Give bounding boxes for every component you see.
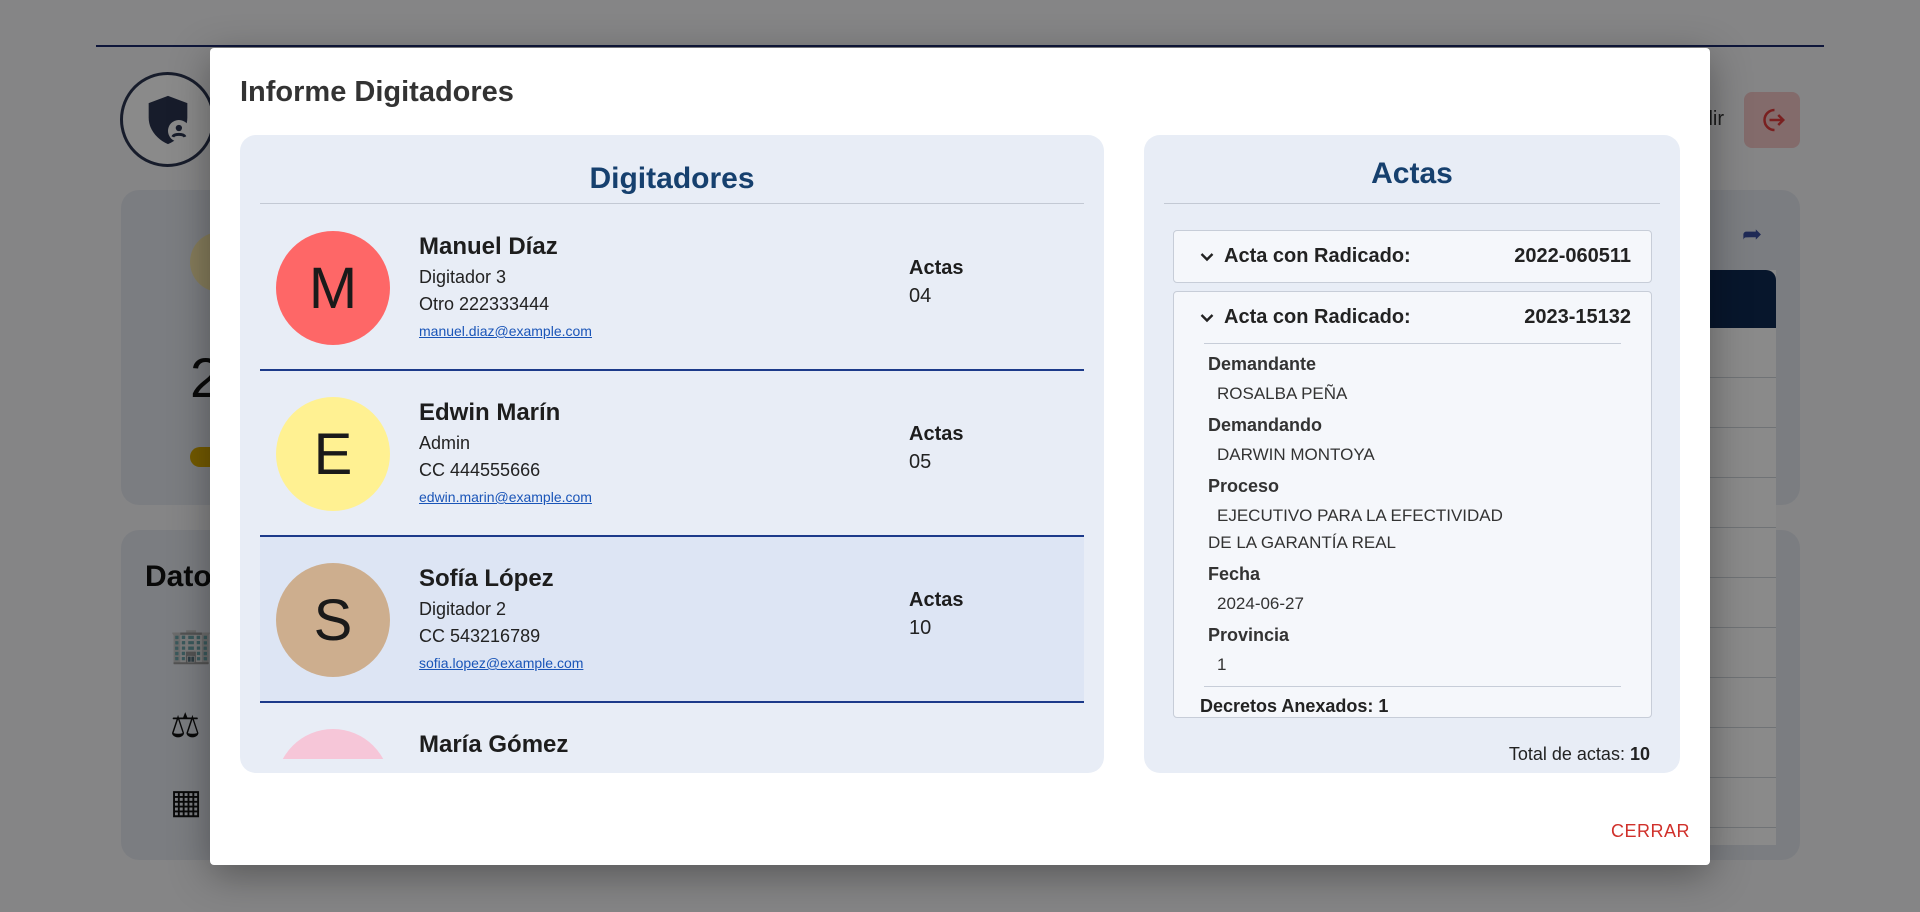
proceso-label: Proceso [1208,476,1280,496]
digitador-email-link[interactable]: sofia.lopez@example.com [419,655,583,671]
digitador-actas-count: 10 [909,617,932,639]
digitador-actas-count: 05 [909,451,932,473]
digitadores-heading: Digitadores [260,162,1084,204]
acta-radicado: 2023-15132 [1524,306,1631,328]
actas-list[interactable]: Acta con Radicado: 2022-060511 Acta con … [1173,230,1652,738]
modal-title: Informe Digitadores [240,76,514,108]
digitador-item-selected[interactable]: S Sofía López Digitador 2 CC 543216789 s… [260,537,1084,703]
proceso-value-line2: DE LA GARANTÍA REAL [1208,533,1397,552]
digitador-document: CC 543216789 [419,626,541,646]
acta-accordion-header[interactable]: Acta con Radicado: 2022-060511 [1174,231,1651,282]
actas-heading: Actas [1164,157,1660,204]
digitador-avatar: M [276,729,390,759]
acta-accordion-header[interactable]: Acta con Radicado: 2023-15132 [1174,292,1651,343]
digitador-actas-label: Actas [909,589,964,611]
digitadores-list[interactable]: M Manuel Díaz Digitador 3 Otro 222333444… [260,205,1084,759]
digitador-role: Digitador 3 [419,267,507,287]
total-actas-value: 10 [1629,744,1650,764]
digitador-actas-label: Actas [909,423,964,445]
decretos-anexados: Decretos Anexados: 1 [1200,686,1621,717]
decretos-anexados-text: Decretos Anexados: 1 [1200,696,1389,716]
chevron-down-icon [1200,252,1216,262]
digitador-name: Edwin Marín [419,399,561,426]
close-button[interactable]: CERRAR [1611,821,1690,842]
total-actas-label: Total de actas: [1508,744,1625,764]
digitador-item[interactable]: E Edwin Marín Admin CC 444555666 edwin.m… [260,371,1084,537]
digitador-name: María Gómez [419,731,569,758]
total-actas: Total de actas: 10 [1509,744,1650,765]
provincia-label: Provincia [1208,625,1290,645]
acta-radicado: 2022-060511 [1514,245,1631,267]
digitador-actas-count: 04 [909,285,932,307]
digitador-document: Otro 222333444 [419,294,550,314]
digitador-email-link[interactable]: edwin.marin@example.com [419,489,592,505]
informe-modal: Informe Digitadores Digitadores M Manuel… [210,48,1710,865]
demandante-value: ROSALBA PEÑA [1217,384,1348,403]
acta-accordion-expanded[interactable]: Acta con Radicado: 2023-15132 Demandante… [1173,291,1652,718]
acta-details: Demandante ROSALBA PEÑA Demandando DARWI… [1204,343,1621,678]
chevron-down-icon [1200,313,1216,323]
provincia-value: 1 [1217,655,1227,674]
digitador-avatar: M [276,231,390,345]
actas-panel: Actas Acta con Radicado: 2022-060511 Act… [1144,135,1680,773]
digitador-name: Sofía López [419,565,554,592]
acta-accordion[interactable]: Acta con Radicado: 2022-060511 [1173,230,1652,283]
digitador-item[interactable]: M María Gómez [260,703,1084,759]
digitador-email-link[interactable]: manuel.diaz@example.com [419,323,592,339]
proceso-value-line1: EJECUTIVO PARA LA EFECTIVIDAD [1217,506,1503,525]
digitador-name: Manuel Díaz [419,233,558,260]
fecha-label: Fecha [1208,564,1261,584]
acta-label: Acta con Radicado: [1224,245,1411,267]
digitador-actas-label: Actas [909,257,964,279]
digitador-avatar: S [276,563,390,677]
digitador-item[interactable]: M Manuel Díaz Digitador 3 Otro 222333444… [260,205,1084,371]
acta-label: Acta con Radicado: [1224,306,1411,328]
digitador-role: Admin [419,433,471,453]
demandando-label: Demandando [1208,415,1323,435]
demandante-label: Demandante [1208,354,1317,374]
fecha-value: 2024-06-27 [1217,594,1304,613]
digitador-role: Digitador 2 [419,599,507,619]
digitador-avatar: E [276,397,390,511]
demandando-value: DARWIN MONTOYA [1217,445,1375,464]
digitadores-panel: Digitadores M Manuel Díaz Digitador 3 Ot… [240,135,1104,773]
digitador-document: CC 444555666 [419,460,541,480]
